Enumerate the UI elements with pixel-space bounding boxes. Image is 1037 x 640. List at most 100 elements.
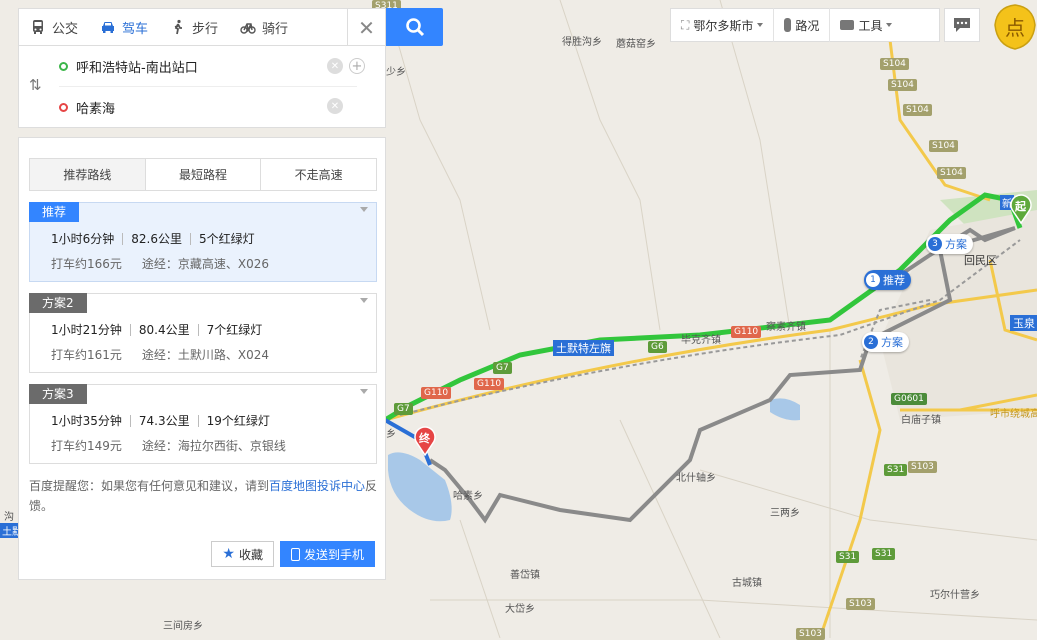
- clear-end-button[interactable]: ✕: [327, 98, 343, 114]
- close-icon: ✕: [358, 16, 375, 40]
- place-label: 三间房乡: [163, 621, 203, 632]
- start-marker[interactable]: 起: [1009, 194, 1033, 225]
- place-label: 乡: [386, 429, 396, 440]
- place-label: 哈素乡: [453, 491, 483, 502]
- walk-icon: [174, 19, 183, 35]
- plan-tag: 方案2: [29, 293, 87, 313]
- plan-distance: 74.3公里: [129, 415, 198, 427]
- mode-car[interactable]: 驾车: [89, 8, 159, 46]
- mode-bus[interactable]: 公交: [19, 8, 89, 46]
- plan-time: 1小时6分钟: [51, 232, 115, 246]
- route-preference-tabs: 推荐路线 最短路程 不走高速: [29, 158, 377, 191]
- star-icon: ★: [222, 546, 235, 562]
- place-label: 得胜沟乡: [562, 37, 602, 48]
- road-shield: S104: [880, 58, 909, 70]
- bike-icon: [240, 23, 256, 34]
- tab-shortest[interactable]: 最短路程: [146, 159, 262, 190]
- travel-mode-bar: 公交 驾车 步行 骑行 ✕: [18, 8, 386, 47]
- toolbox-icon: [840, 20, 855, 30]
- route-plan-2[interactable]: 方案2 1小时21分钟 80.4公里 7个红绿灯 打车约161元 途经：土默川路…: [29, 293, 377, 373]
- road-shield: G110: [474, 378, 505, 390]
- place-label: 蘑菇窑乡: [616, 39, 656, 50]
- city-selector[interactable]: ⛶ 鄂尔多斯市: [671, 8, 775, 42]
- route-plan-1[interactable]: 推荐 1小时6分钟 82.6公里 5个红绿灯 打车约166元 途经：京藏高速、X…: [29, 202, 377, 282]
- plan-distance: 80.4公里: [129, 324, 198, 336]
- svg-text:点: 点: [1005, 16, 1025, 40]
- mode-bike[interactable]: 骑行: [229, 8, 299, 46]
- car-icon: [102, 22, 115, 33]
- plan-via: 途经：京藏高速、X026: [141, 257, 270, 271]
- sign-in-points-icon[interactable]: 点: [993, 3, 1037, 51]
- city-icon: ⛶: [681, 17, 690, 32]
- place-label: 土默特左旗: [553, 340, 614, 356]
- road-shield: S103: [908, 461, 937, 473]
- route-plan-3[interactable]: 方案3 1小时35分钟 74.3公里 19个红绿灯 打车约149元 途经：海拉尔…: [29, 384, 377, 464]
- road-shield: S104: [929, 140, 958, 152]
- plan-distance: 82.6公里: [122, 233, 190, 245]
- chevron-down-icon: [886, 23, 893, 27]
- phone-icon: [290, 547, 300, 561]
- traffic-button[interactable]: 路况: [774, 8, 831, 42]
- chevron-down-icon: [360, 389, 368, 394]
- start-field[interactable]: 呼和浩特站-南出站口: [59, 47, 357, 87]
- road-shield: G6: [648, 341, 667, 353]
- plan-tag: 方案3: [29, 384, 87, 404]
- tools-button[interactable]: 工具: [830, 8, 902, 42]
- place-label: 白庙子镇: [901, 415, 941, 426]
- bus-icon: [33, 20, 43, 34]
- place-label: 三两乡: [770, 508, 800, 519]
- favorite-button[interactable]: ★ 收藏: [211, 541, 274, 567]
- swap-route-button[interactable]: ⇅: [29, 76, 42, 94]
- route-marker-recommended[interactable]: 1 推荐: [864, 270, 911, 290]
- road-shield: G7: [493, 362, 512, 374]
- close-button[interactable]: ✕: [347, 9, 385, 47]
- place-label: 回民区: [964, 254, 997, 267]
- end-field[interactable]: 哈素海: [59, 87, 357, 127]
- add-waypoint-button[interactable]: +: [349, 58, 365, 74]
- place-label: 毕克齐镇: [681, 335, 721, 346]
- place-label: 玉泉: [1010, 315, 1037, 331]
- road-shield: S31: [836, 551, 860, 563]
- search-button[interactable]: [386, 8, 443, 46]
- map-toolbar: ⛶ 鄂尔多斯市 路况 工具: [670, 8, 940, 42]
- road-shield: S31: [884, 464, 908, 476]
- feedback-tip: 百度提醒您：如果您有任何意见和建议，请到百度地图投诉中心反馈。: [29, 479, 378, 513]
- place-label: 巧尔什营乡: [930, 590, 980, 601]
- road-shield: S103: [796, 628, 825, 640]
- place-label: 古城镇: [732, 578, 762, 589]
- road-shield: S104: [888, 79, 917, 91]
- traffic-light-icon: [784, 18, 792, 32]
- place-label: 北什轴乡: [676, 473, 716, 484]
- plan-taxi: 打车约149元: [51, 439, 122, 453]
- road-shield: G110: [731, 326, 762, 338]
- route-marker-plan3[interactable]: 3 方案: [926, 234, 973, 254]
- place-label: 察素齐镇: [766, 322, 806, 333]
- end-marker[interactable]: 终: [413, 426, 437, 457]
- message-button[interactable]: [944, 8, 980, 42]
- start-dot-icon: [59, 62, 68, 71]
- road-shield: G110: [421, 387, 452, 399]
- road-shield: S31: [872, 548, 896, 560]
- road-shield: S104: [903, 104, 932, 116]
- tab-no-highway[interactable]: 不走高速: [261, 159, 376, 190]
- swap-icon: ⇅: [29, 76, 42, 94]
- route-marker-plan2[interactable]: 2 方案: [862, 332, 909, 352]
- place-label: 善岱镇: [510, 570, 540, 581]
- send-to-phone-button[interactable]: 发送到手机: [279, 541, 375, 567]
- tab-recommended[interactable]: 推荐路线: [30, 159, 146, 190]
- clear-start-button[interactable]: ✕: [327, 58, 343, 74]
- place-label: 沟: [4, 512, 14, 523]
- plan-tag: 推荐: [29, 202, 80, 222]
- plan-taxi: 打车约161元: [51, 348, 122, 362]
- chevron-down-icon: [360, 207, 368, 212]
- plan-lights: 5个红绿灯: [190, 233, 263, 245]
- plan-lights: 19个红绿灯: [197, 415, 278, 427]
- mode-walk[interactable]: 步行: [159, 8, 229, 46]
- road-shield: S104: [937, 167, 966, 179]
- road-shield: G7: [394, 403, 413, 415]
- complaint-center-link[interactable]: 百度地图投诉中心: [269, 479, 365, 493]
- place-label: 少乡: [386, 67, 406, 78]
- chevron-down-icon: [360, 298, 368, 303]
- chevron-down-icon: [757, 23, 764, 27]
- chat-icon: [954, 18, 970, 32]
